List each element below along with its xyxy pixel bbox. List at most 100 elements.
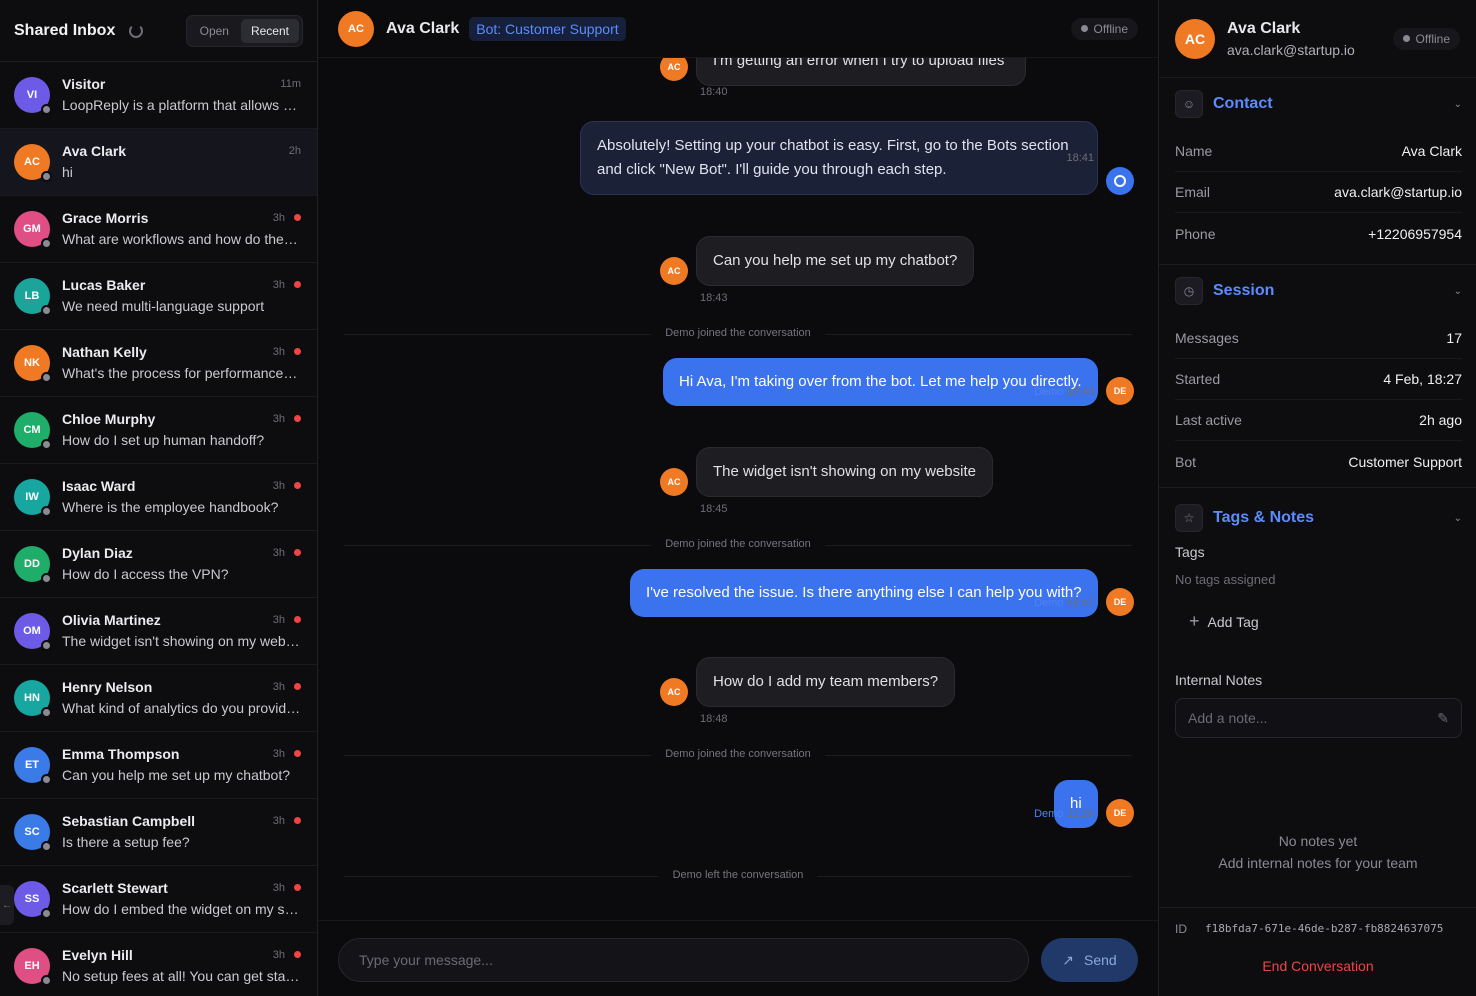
conversation-name: Scarlett Stewart xyxy=(62,879,168,896)
conversation-name: Isaac Ward xyxy=(62,477,136,494)
send-icon: ↗ xyxy=(1062,951,1075,968)
avatar-initials: DE xyxy=(1113,386,1127,396)
list-item[interactable]: AC Ava Clark 2h hi xyxy=(0,129,317,196)
conversation-time: 3h xyxy=(272,613,285,626)
conversation-sidebar: Shared Inbox Open Recent VI Visitor 11m Loo… xyxy=(0,0,318,996)
conversation-preview: How do I embed the widget on my site? xyxy=(62,901,301,917)
message-time: 21:26 xyxy=(1066,808,1094,820)
field-value: Customer Support xyxy=(1348,453,1462,470)
composer: ↗ Send xyxy=(318,920,1158,996)
tab-recent[interactable]: Recent xyxy=(240,18,299,43)
presence-dot xyxy=(41,305,52,316)
tags-notes-section-title: Tags & Notes xyxy=(1213,509,1315,526)
avatar-initials: AC xyxy=(1184,30,1206,47)
unread-indicator xyxy=(294,750,301,757)
presence-dot xyxy=(41,439,52,450)
list-item[interactable]: OM Olivia Martinez 3h The widget isn't show… xyxy=(0,598,317,665)
contact-section-header[interactable]: ☺ Contact ⌄ xyxy=(1175,78,1462,130)
list-item[interactable]: SC Sebastian Campbell 3h Is there a setup f… xyxy=(0,799,317,866)
send-button[interactable]: ↗ Send xyxy=(1041,938,1138,982)
plus-icon: + xyxy=(1189,611,1200,631)
details-footer: ID f18bfda7-671e-46de-b287-fb8824637075 E… xyxy=(1159,907,1476,996)
conversation-name: Visitor xyxy=(62,75,106,92)
unread-indicator xyxy=(294,616,301,623)
chat-contact-name: Ava Clark xyxy=(386,19,460,37)
presence-dot xyxy=(41,104,52,115)
avatar-initials: NK xyxy=(24,357,40,369)
list-item[interactable]: LB Lucas Baker 3h We need multi-language su… xyxy=(0,263,317,330)
avatar: AC xyxy=(14,144,52,182)
contact-field-row: Phone +12206957954 xyxy=(1175,213,1462,254)
conversation-name: Nathan Kelly xyxy=(62,343,147,360)
list-item[interactable]: NK Nathan Kelly 3h What's the process for p… xyxy=(0,330,317,397)
details-name: Ava Clark xyxy=(1227,19,1301,37)
bot-badge[interactable]: Bot: Customer Support xyxy=(469,16,626,41)
avatar-initials: SC xyxy=(24,826,40,838)
session-section-header[interactable]: ◷ Session ⌄ xyxy=(1175,265,1462,317)
contact-section-title: Contact xyxy=(1213,95,1273,112)
presence-dot xyxy=(41,506,52,517)
avatar-initials: OM xyxy=(23,625,41,637)
list-item[interactable]: IW Isaac Ward 3h Where is the employee hand… xyxy=(0,464,317,531)
sidebar-title: Shared Inbox xyxy=(14,21,116,39)
system-event-text: Demo joined the conversation xyxy=(651,327,825,339)
list-item[interactable]: DD Dylan Diaz 3h How do I access the VPN? xyxy=(0,531,317,598)
message-input[interactable] xyxy=(338,938,1029,982)
avatar: AC xyxy=(338,10,374,47)
conversation-name: Emma Thompson xyxy=(62,745,180,762)
tab-open[interactable]: Open xyxy=(190,19,239,43)
field-label: Last active xyxy=(1175,412,1242,428)
avatar: LB xyxy=(14,278,52,316)
avatar-initials: IW xyxy=(25,491,39,503)
conversation-name: Ava Clark xyxy=(62,142,127,159)
bot-icon xyxy=(1106,167,1134,195)
note-placeholder: Add a note... xyxy=(1188,710,1268,726)
list-item[interactable]: GM Grace Morris 3h What are workflows and h… xyxy=(0,196,317,263)
list-item[interactable]: SS Scarlett Stewart 3h How do I embed the w… xyxy=(0,866,317,933)
unread-indicator xyxy=(294,549,301,556)
status-dot xyxy=(1080,25,1088,32)
unread-indicator xyxy=(294,214,301,221)
list-item[interactable]: ET Emma Thompson 3h Can you help me set up … xyxy=(0,732,317,799)
list-item[interactable]: VI Visitor 11m LoopReply is a platform that… xyxy=(0,62,317,129)
unread-indicator xyxy=(294,683,301,690)
list-item[interactable]: CM Chloe Murphy 3h How do I set up human ha… xyxy=(0,397,317,464)
avatar: AC xyxy=(660,257,688,285)
message-author: Demo xyxy=(1034,386,1064,398)
conversation-time: 3h xyxy=(272,479,285,492)
note-input[interactable]: Add a note... ✎ xyxy=(1175,698,1462,738)
field-label: Messages xyxy=(1175,330,1239,346)
message-time: 18:43 xyxy=(1066,386,1094,398)
conversation-name: Grace Morris xyxy=(62,209,149,226)
system-event-text: Demo joined the conversation xyxy=(651,538,825,550)
presence-dot xyxy=(41,573,52,584)
message-thread: I'm getting an error when I try to uploa… xyxy=(318,58,1158,920)
list-item[interactable]: HN Henry Nelson 3h What kind of analytics d… xyxy=(0,665,317,732)
conversation-preview: What are workflows and how do they work? xyxy=(62,231,301,247)
field-value: ava.clark@startup.io xyxy=(1334,184,1462,200)
tags-notes-section-header[interactable]: ☆ Tags & Notes ⌄ xyxy=(1175,492,1462,544)
avatar-initials: ET xyxy=(24,759,40,771)
avatar-initials: AC xyxy=(348,22,364,35)
collapse-sidebar-handle[interactable]: ← xyxy=(0,885,14,925)
field-label: Name xyxy=(1175,143,1213,159)
pencil-icon[interactable]: ✎ xyxy=(1437,710,1449,727)
status-badge: Offline xyxy=(1392,27,1460,50)
avatar: DE xyxy=(1106,799,1134,827)
details-email: ava.clark@startup.io xyxy=(1227,41,1355,58)
message-time: 18:43 xyxy=(700,292,728,304)
conversation-preview: Is there a setup fee? xyxy=(62,834,190,850)
end-conversation-button[interactable]: End Conversation xyxy=(1159,958,1476,974)
conversation-id: f18bfda7-671e-46de-b287-fb8824637075 xyxy=(1205,922,1444,935)
avatar-initials: VI xyxy=(26,89,38,101)
list-item[interactable]: EH Evelyn Hill 3h No setup fees at all! You… xyxy=(0,933,317,996)
field-value: 2h ago xyxy=(1419,412,1462,428)
message-time: 18:45 xyxy=(700,503,728,515)
refresh-icon[interactable] xyxy=(129,23,144,38)
message-meta: Demo 18:47 xyxy=(1034,597,1094,609)
avatar: CM xyxy=(14,412,52,450)
add-tag-button[interactable]: + Add Tag xyxy=(1189,611,1462,632)
status-text: Offline xyxy=(1415,31,1450,46)
conversation-preview: What's the process for performance revie… xyxy=(62,365,301,381)
presence-dot xyxy=(41,975,52,986)
